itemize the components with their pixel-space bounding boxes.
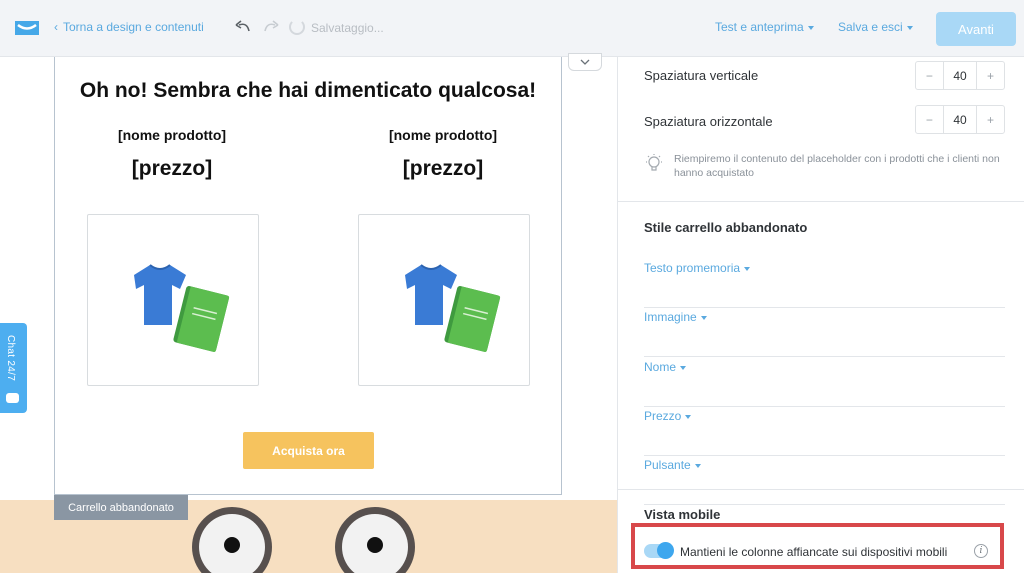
chevron-down-icon [580,59,590,65]
section-divider [618,489,1024,490]
horizontal-spacing-value[interactable]: 40 [942,106,978,133]
collapse-toggle[interactable] [568,53,602,71]
back-link-label: Torna a design e contenuti [63,20,204,34]
decrement-button[interactable]: − [916,113,943,127]
image-dropdown[interactable]: Immagine [644,308,1005,357]
price-dropdown[interactable]: Prezzo [644,407,1005,456]
vertical-spacing-label: Spaziatura verticale [644,68,759,83]
product-price: [prezzo] [402,157,484,180]
horizontal-spacing-label: Spaziatura orizzontale [644,114,773,129]
cart-style-title: Stile carrello abbandonato [644,220,808,235]
caret-down-icon [680,365,687,370]
dropdown-label: Testo promemoria [644,261,741,275]
block-label[interactable]: Carrello abbandonato [54,495,188,520]
toggle-knob [657,542,674,559]
test-preview-label: Test e anteprima [715,20,804,34]
name-dropdown[interactable]: Nome [644,358,1005,407]
section-divider [618,201,1024,202]
vertical-spacing-value[interactable]: 40 [942,62,978,89]
product-name: [nome prodotto] [117,127,227,143]
horizontal-spacing-stepper[interactable]: − 40 + [915,105,1005,134]
decrement-button[interactable]: − [916,69,943,83]
abandoned-cart-block[interactable]: Oh no! Sembra che hai dimenticato qualco… [54,57,562,495]
chat-bubble-icon [6,393,19,403]
mobile-columns-toggle[interactable] [644,542,674,559]
caret-down-icon [694,463,701,468]
caret-down-icon [906,25,913,30]
mobile-columns-label: Mantieni le colonne affiancate sui dispo… [680,545,948,559]
increment-button[interactable]: + [977,69,1004,83]
buy-now-button[interactable]: Acquista ora [243,432,374,469]
settings-panel: Spaziatura verticale − 40 + Spaziatura o… [617,57,1024,573]
caret-down-icon [744,266,751,271]
undo-icon[interactable] [234,18,252,36]
dropdown-label: Immagine [644,310,697,324]
lightbulb-icon [646,154,662,171]
caret-down-icon [807,25,814,30]
product-name: [nome prodotto] [388,127,498,143]
dropdown-label: Prezzo [644,409,682,423]
caret-down-icon [700,315,707,320]
chat-label: Chat 24/7 [5,335,16,382]
envelope-logo-icon[interactable] [14,18,40,38]
caret-down-icon [685,414,692,419]
save-exit-menu[interactable]: Salva e esci [838,20,913,34]
next-button[interactable]: Avanti [936,12,1016,46]
hint-text: Riempiremo il contenuto del placeholder … [674,153,1000,179]
placeholder-hint: Riempiremo il contenuto del placeholder … [644,153,1009,180]
email-headline: Oh no! Sembra che hai dimenticato qualco… [79,79,537,102]
redo-icon[interactable] [262,18,280,36]
dropdown-label: Pulsante [644,458,691,472]
product-price: [prezzo] [131,157,213,180]
mobile-view-title: Vista mobile [644,507,721,522]
top-bar: ‹ Torna a design e contenuti Salvataggio… [0,0,1024,57]
test-preview-menu[interactable]: Test e anteprima [715,20,814,34]
button-dropdown[interactable]: Pulsante [644,456,1005,505]
back-to-design-link[interactable]: ‹ Torna a design e contenuti [54,20,204,34]
product-image[interactable] [87,214,259,386]
reminder-text-dropdown[interactable]: Testo promemoria [644,259,1005,308]
vertical-spacing-stepper[interactable]: − 40 + [915,61,1005,90]
save-exit-label: Salva e esci [838,20,903,34]
chat-tab[interactable]: Chat 24/7 [0,323,27,413]
increment-button[interactable]: + [977,113,1004,127]
product-placeholder-icon [405,264,501,352]
info-icon[interactable]: i [974,544,988,558]
chevron-left-icon: ‹ [54,20,58,34]
saving-spinner-icon [289,19,305,35]
saving-status: Salvataggio... [311,21,384,35]
product-placeholder-icon [134,264,230,352]
dropdown-label: Nome [644,360,677,374]
product-image[interactable] [358,214,530,386]
